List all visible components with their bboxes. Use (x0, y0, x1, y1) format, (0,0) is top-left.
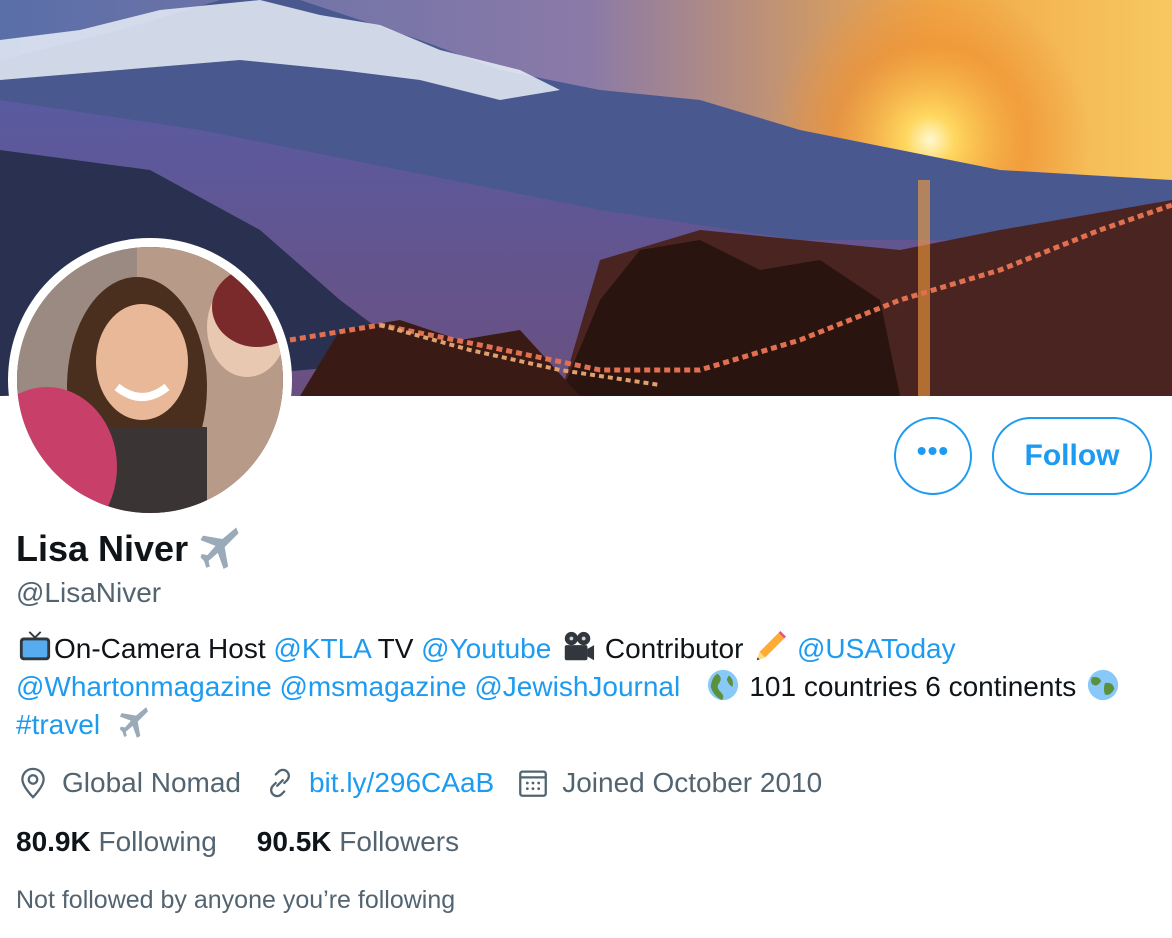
profile-stats: 80.9K Following 90.5K Followers (16, 826, 499, 858)
followers-link[interactable]: 90.5K Followers (257, 826, 459, 858)
calendar-icon (519, 770, 548, 797)
link-icon (270, 768, 290, 798)
display-name: Lisa Niver (16, 528, 189, 569)
following-count: 80.9K (16, 826, 91, 857)
profile-bio: On-Camera Host @KTLA TV @Youtube Contrib… (16, 630, 1146, 744)
location-pin-icon (21, 767, 45, 799)
followers-count: 90.5K (256, 826, 332, 857)
followers-label: Followers (339, 826, 460, 857)
airplane-icon (119, 707, 148, 738)
following-link[interactable]: 80.9K Following (16, 826, 217, 858)
avatar-photo (17, 247, 283, 513)
globe-icon (707, 669, 738, 701)
bio-text: On-Camera Host (54, 633, 274, 664)
profile-handle: @LisaNiver (16, 577, 162, 608)
more-dots-icon: ••• (916, 435, 950, 466)
profile-name-row: Lisa Niver (16, 526, 244, 572)
bio-text: Contributor (597, 633, 752, 664)
profile-meta-row: Global Nomad bit.ly/296CAaB Joined Octob… (16, 766, 844, 800)
bio-text: TV (370, 633, 422, 664)
website-item[interactable]: bit.ly/296CAaB (263, 766, 494, 800)
hashtag-travel-link[interactable]: #travel (16, 709, 100, 740)
location-item: Global Nomad (16, 766, 241, 800)
bio-text: 101 countries 6 continents (741, 671, 1085, 702)
not-followed-notice: Not followed by anyone you’re following (16, 886, 456, 914)
mention-ktla-link[interactable]: @KTLA (273, 633, 370, 664)
pencil-icon (756, 630, 787, 661)
following-label: Following (98, 826, 217, 857)
tv-icon (19, 631, 51, 661)
mention-wharton-link[interactable]: @Whartonmagazine (16, 671, 272, 702)
mention-msmagazine-link[interactable]: @msmagazine (279, 671, 466, 702)
more-options-button[interactable]: ••• (894, 417, 972, 495)
joined-item: Joined October 2010 (516, 766, 822, 800)
website-link[interactable]: bit.ly/296CAaB (309, 767, 494, 799)
joined-text: Joined October 2010 (562, 767, 823, 798)
airplane-icon (200, 527, 239, 569)
mention-usatoday-link[interactable]: @USAToday (797, 633, 956, 664)
mention-youtube-link[interactable]: @Youtube (421, 633, 551, 664)
globe-icon (1087, 669, 1119, 701)
follow-button[interactable]: Follow (992, 417, 1152, 495)
mention-jewishjournal-link[interactable]: @JewishJournal (474, 671, 680, 702)
avatar-portrait-image (17, 247, 283, 513)
location-text: Global Nomad (62, 767, 241, 798)
profile-avatar[interactable] (8, 238, 292, 522)
movie-camera-icon (564, 631, 595, 661)
